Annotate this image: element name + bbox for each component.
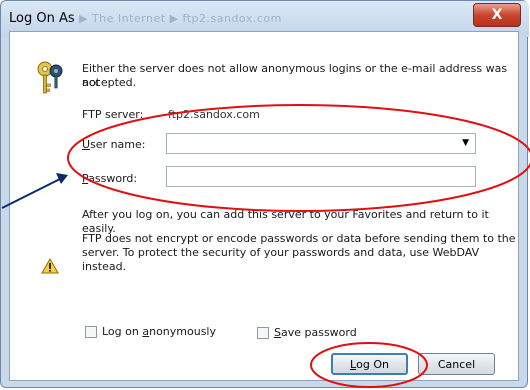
password-label: Password: [82,172,137,186]
save-password-checkbox[interactable] [257,327,269,339]
error-message-line-1: Either the server does not allow anonymo… [82,62,508,89]
warning-line-1: FTP does not encrypt or encode passwords… [82,232,516,245]
anonymous-label[interactable]: Log on anonymously [102,325,216,339]
password-field[interactable] [166,166,476,187]
chevron-down-icon[interactable]: ▼ [462,138,469,148]
password-label-rest: assword: [88,172,138,185]
username-label: User name: [82,138,145,152]
anonymous-label-rest: nonymously [149,325,216,338]
ftp-server-value: ftp2.sandox.com [168,108,260,121]
warning-icon [41,258,59,274]
close-icon: X [491,7,503,23]
username-label-accel: U [82,138,91,151]
username-combobox[interactable]: ▼ [166,133,476,154]
warning-line-2: server. To protect the security of your … [82,246,480,273]
dialog-client-area: Either the server does not allow anonymo… [9,31,519,381]
log-on-button[interactable]: Log On [331,353,408,375]
ftp-server-label: FTP server: [82,108,144,121]
anonymous-checkbox[interactable] [85,326,97,338]
save-password-label-rest: ave password [280,326,357,339]
save-password-label[interactable]: Save password [274,326,357,340]
window-title: Log On As [9,11,75,26]
error-message-line-2: accepted. [82,76,137,89]
dialog-window: Log On As ▶ The Internet ▶ ftp2.sandox.c… [0,0,529,388]
anonymous-label-pre: Log on [102,325,143,338]
save-password-label-accel: S [274,326,281,339]
close-button[interactable]: X [473,3,521,27]
log-on-label-rest: og On [356,357,389,371]
background-address-text: ▶ The Internet ▶ ftp2.sandox.com [79,12,282,25]
username-label-rest: ser name: [90,138,146,151]
keys-icon [37,61,63,94]
cancel-button[interactable]: Cancel [418,353,495,375]
